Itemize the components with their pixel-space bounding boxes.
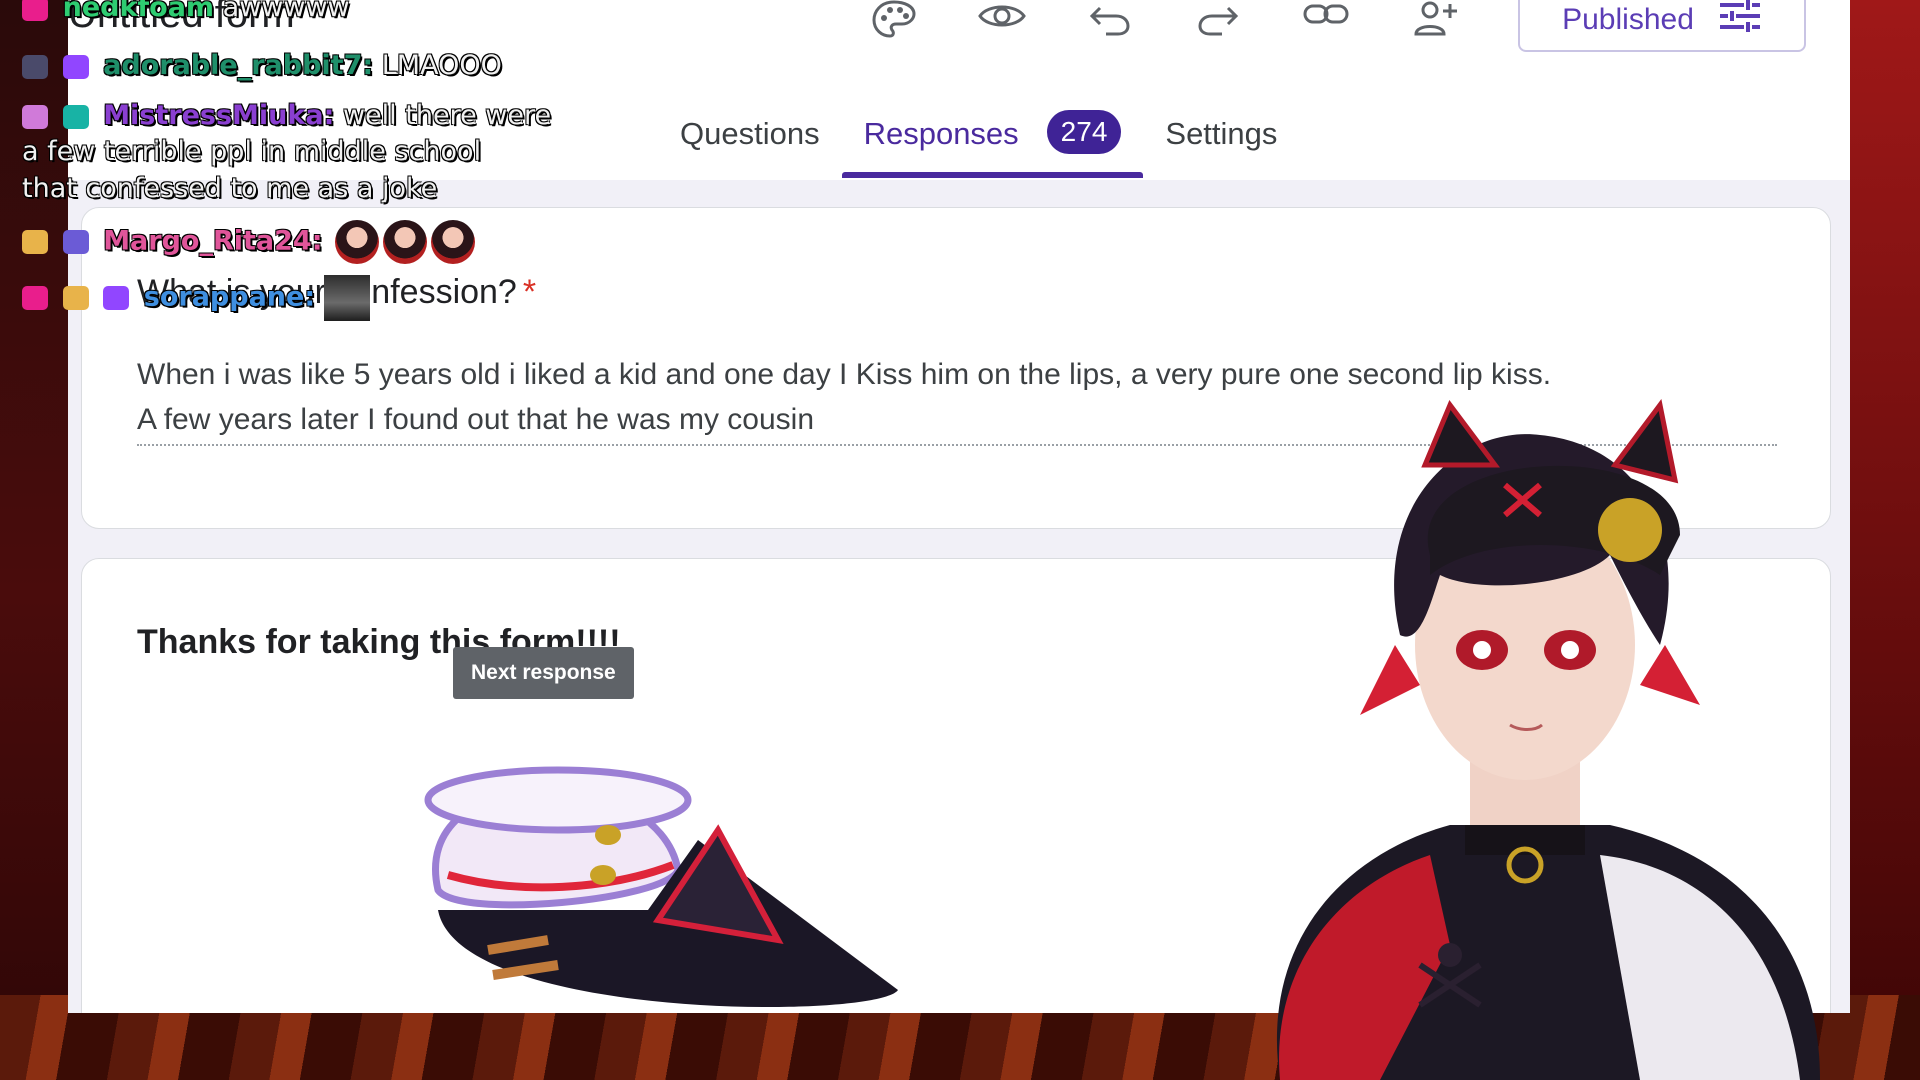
chat-username: nedkfoam [62,0,215,23]
chat-message: sorappane: [22,275,370,321]
chat-text-cont: that confessed to me as a joke [22,173,438,204]
published-label: Published [1562,3,1694,36]
cat-badge-icon [62,286,89,310]
chat-text: well there were [342,100,552,131]
header-actions [868,0,1460,40]
tab-settings-label: Settings [1165,116,1278,151]
heart-badge-icon [22,286,48,310]
heart-badge-icon [22,0,48,21]
palette-icon[interactable] [868,0,920,40]
hat-sticker-image [424,766,898,1008]
avatar-emote-icon [335,220,380,264]
tab-questions-label: Questions [680,116,820,151]
gift-badge-icon [62,104,89,129]
add-collaborator-icon[interactable] [1408,0,1460,40]
chat-username: adorable_rabbit7: [103,50,374,81]
diamond-badge-icon [103,286,130,310]
chat-username: Margo_Rita24: [103,225,323,257]
ghost-emote-icon [323,275,370,321]
bunny-badge-icon [22,104,48,129]
link-icon[interactable] [1300,0,1352,40]
tab-questions[interactable]: Questions [658,108,842,178]
subscriber-badge-icon [22,54,48,79]
chat-text: LMAOOO [381,50,502,81]
published-button[interactable]: Published [1518,0,1806,52]
chat-message: Margo_Rita24: [22,220,476,264]
undo-icon[interactable] [1084,0,1136,40]
chat-message: nedkfoam awwwww [22,0,350,23]
stream-chat-overlay: nedkfoam awwwww adorable_rabbit7: LMAOOO… [0,0,600,340]
tune-icon [1718,0,1762,41]
tab-responses[interactable]: Responses 274 [841,108,1144,178]
crown-badge-icon [22,230,48,254]
eye-icon[interactable] [976,0,1028,40]
vtuber-avatar-image [1276,399,1820,1080]
form-tabs: Questions Responses 274 Settings [658,108,1299,178]
chat-message: MistressMiuka: well there were [22,100,551,131]
redo-icon[interactable] [1192,0,1244,40]
chat-text: awwwww [222,0,350,23]
chat-username: sorappane: [143,281,316,313]
chat-username: MistressMiuka: [103,100,335,131]
avatar-emote-icon [383,220,428,264]
chat-text-cont: a few terrible ppl in middle school [22,136,482,167]
tab-settings[interactable]: Settings [1143,108,1299,178]
stream-backdrop-right [1850,0,1920,1080]
responses-count-badge: 274 [1046,110,1122,154]
calendar-badge-icon [62,230,89,254]
avatar-emote-icon [431,220,476,264]
tab-responses-label: Responses [863,116,1019,151]
next-response-tooltip: Next response [453,647,634,699]
chat-message: adorable_rabbit7: LMAOOO [22,50,502,81]
twitch-badge-icon [62,54,89,79]
